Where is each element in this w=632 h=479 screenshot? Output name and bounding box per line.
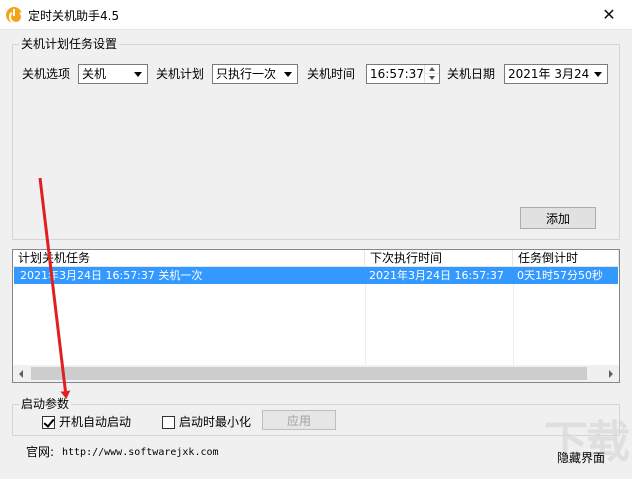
add-button[interactable]: 添加 [520,207,596,229]
shutdown-time-label: 关机时间 [307,67,356,81]
spin-down-icon[interactable] [425,74,439,83]
time-spinner[interactable] [424,65,439,83]
minimize-label[interactable]: 启动时最小化 [179,414,251,430]
hide-window-button[interactable]: 隐藏界面 [554,446,608,468]
shutdown-date-label: 关机日期 [447,67,496,81]
minimize-checkbox[interactable] [162,416,175,429]
close-button[interactable]: ✕ [586,0,632,30]
scrollbar-thumb[interactable] [31,367,587,380]
countdown-cell: 0天1时57分50秒 [517,269,603,282]
shutdown-plan-select[interactable]: 只执行一次 [212,64,298,84]
apply-button[interactable]: 应用 [262,410,336,430]
scroll-right-icon[interactable] [602,365,619,382]
task-cell: 2021年3月24日 16:57:37 关机一次 [20,269,203,282]
title-bar: 定时关机助手4.5 ✕ [0,0,632,30]
shutdown-plan-value: 只执行一次 [216,67,277,81]
shutdown-time-value: 16:57:37 [370,67,424,81]
website-label: 官网: [26,445,55,459]
website-url[interactable]: http://www.softwarejxk.com [62,445,219,461]
auto-start-checkbox[interactable] [42,416,55,429]
chevron-down-icon[interactable] [130,65,147,83]
column-header-countdown[interactable]: 任务倒计时 [513,250,619,267]
horizontal-scrollbar[interactable] [13,365,619,382]
next-time-cell: 2021年3月24日 16:57:37 [369,269,504,282]
task-list[interactable]: 计划关机任务 下次执行时间 任务倒计时 2021年3月24日 16:57:37 … [12,249,620,383]
shutdown-date-value: 2021年 3月24日 [508,67,602,81]
column-divider [513,284,514,368]
task-settings-title: 关机计划任务设置 [19,37,120,51]
task-list-header: 计划关机任务 下次执行时间 任务倒计时 [13,250,619,267]
window-title: 定时关机助手4.5 [28,9,120,23]
auto-start-label[interactable]: 开机自动启动 [59,414,131,430]
shutdown-option-label: 关机选项 [22,67,71,81]
scroll-left-icon[interactable] [13,365,30,382]
shutdown-plan-label: 关机计划 [156,67,205,81]
column-header-next-time[interactable]: 下次执行时间 [365,250,513,267]
table-row[interactable]: 2021年3月24日 16:57:37 关机一次 2021年3月24日 16:5… [14,267,618,284]
shutdown-date-picker[interactable]: 2021年 3月24日 [504,64,608,84]
column-header-task[interactable]: 计划关机任务 [13,250,365,267]
shutdown-option-value: 关机 [82,67,107,81]
shutdown-option-select[interactable]: 关机 [78,64,148,84]
chevron-down-icon[interactable] [590,65,607,83]
power-icon [6,7,23,24]
shutdown-time-input[interactable]: 16:57:37 [366,64,440,84]
chevron-down-icon[interactable] [280,65,297,83]
column-divider [365,284,366,368]
spin-up-icon[interactable] [425,65,439,74]
startup-group-title: 启动参数 [19,397,72,411]
